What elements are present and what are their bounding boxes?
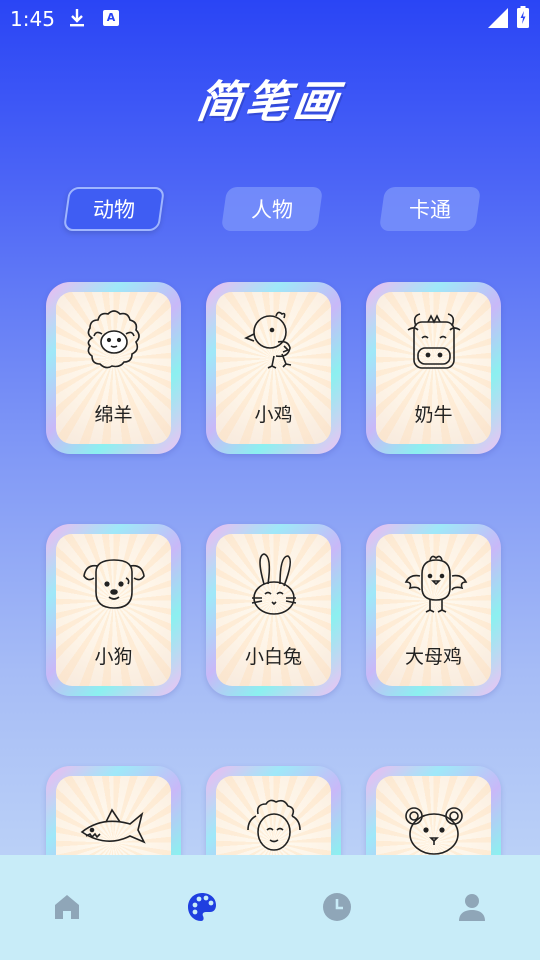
- drawing-card-dog[interactable]: 小狗: [46, 524, 181, 696]
- download-icon: [70, 9, 84, 27]
- status-bar: 1:45 A: [0, 0, 540, 36]
- lamb-drawing-icon: [247, 799, 301, 851]
- nav-history[interactable]: [319, 889, 355, 925]
- bottom-nav: [0, 855, 540, 960]
- tab-label: 动物: [93, 198, 135, 222]
- dog-drawing-icon: [83, 559, 145, 609]
- nav-profile[interactable]: [454, 889, 490, 925]
- drawing-card-chick[interactable]: 小鸡: [206, 282, 341, 454]
- card-label: 奶牛: [414, 404, 453, 426]
- a-icon: A: [103, 10, 119, 26]
- home-icon: [55, 895, 79, 919]
- nav-palette[interactable]: [184, 889, 220, 925]
- signal-icon: [488, 8, 508, 28]
- card-label: 小狗: [94, 646, 133, 668]
- drawing-card-sheep[interactable]: 绵羊: [46, 282, 181, 454]
- palette-icon: [188, 893, 216, 921]
- drawing-card-rabbit[interactable]: 小白兔: [206, 524, 341, 696]
- user-icon: [459, 894, 485, 921]
- drawing-grid[interactable]: 绵羊 小鸡 奶牛 小狗 小白兔 大母鸡: [0, 270, 540, 855]
- tab-animals[interactable]: 动物: [62, 187, 166, 231]
- shark-drawing-icon: [80, 808, 146, 844]
- card-label: 绵羊: [94, 404, 133, 426]
- chick-drawing-icon: [244, 311, 292, 369]
- hen-drawing-icon: [404, 555, 468, 613]
- rabbit-drawing-icon: [251, 553, 297, 615]
- card-label: 大母鸡: [404, 646, 462, 668]
- page-title: 简笔画: [193, 77, 345, 128]
- sheep-drawing-icon: [87, 310, 140, 369]
- drawing-card-lamb[interactable]: [206, 766, 341, 855]
- clock-icon: [323, 893, 351, 921]
- cow-drawing-icon: [407, 313, 461, 369]
- tab-people[interactable]: 人物: [220, 187, 324, 231]
- tab-label: 人物: [251, 198, 293, 222]
- status-time: 1:45: [10, 7, 55, 31]
- bear-drawing-icon: [405, 807, 463, 855]
- drawing-card-hen[interactable]: 大母鸡: [366, 524, 501, 696]
- nav-home[interactable]: [49, 889, 85, 925]
- drawing-card-cow[interactable]: 奶牛: [366, 282, 501, 454]
- tab-label: 卡通: [409, 198, 451, 222]
- drawing-card-bear[interactable]: [366, 766, 501, 855]
- tab-cartoon[interactable]: 卡通: [378, 187, 482, 231]
- card-label: 小白兔: [244, 646, 302, 668]
- battery-icon: [517, 6, 529, 28]
- drawing-card-shark[interactable]: [46, 766, 181, 855]
- card-label: 小鸡: [254, 404, 293, 426]
